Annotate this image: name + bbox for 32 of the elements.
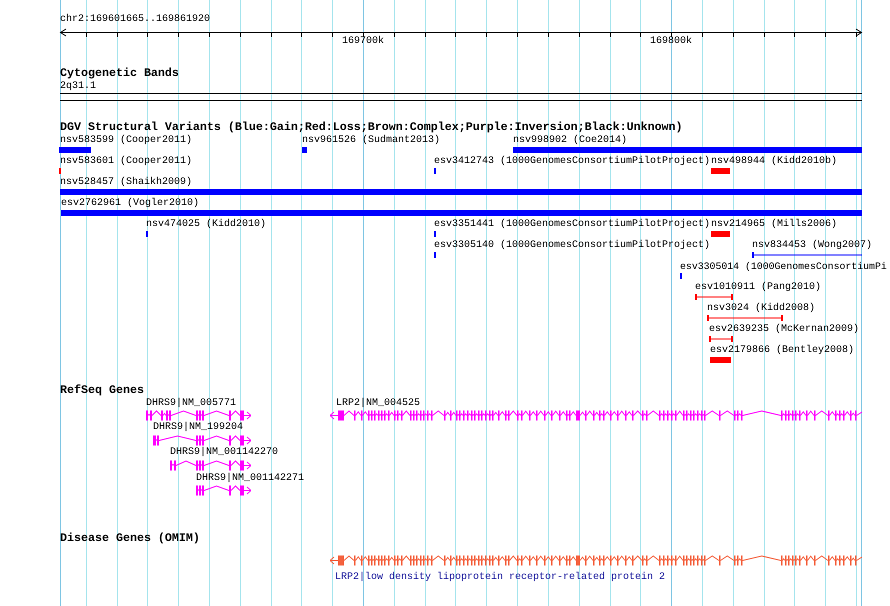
variant-label: esv3305140 (1000GenomesConsortiumPilotProject)	[434, 240, 710, 251]
tick-label: 169800k	[650, 36, 692, 47]
gene-label: DHRS9|NM_001142270	[170, 447, 278, 458]
variant-label: esv2179866 (Bentley2008)	[710, 345, 854, 356]
gene-label: DHRS9|NM_005771	[146, 398, 236, 409]
variant-label: esv3412743 (1000GenomesConsortiumPilotProject)	[434, 156, 710, 167]
variant-label: nsv3024 (Kidd2008)	[707, 303, 816, 314]
band-label: 2q31.1	[60, 81, 96, 92]
track-title: RefSeq Genes	[60, 384, 144, 396]
variant-label: nsv528457 (Shaikh2009)	[60, 177, 192, 188]
variant-label: nsv583601 (Cooper2011)	[60, 156, 192, 167]
track-title: DGV Structural Variants (Blue:Gain;Red:Loss;Brown:Complex;Purple:Inversion;Black:Unknown)	[60, 121, 683, 133]
variant-label: nsv214965 (Mills2006)	[711, 219, 838, 230]
track-title: Cytogenetic Bands	[60, 67, 179, 79]
track-title: Disease Genes (OMIM)	[60, 532, 200, 544]
gene-label: DHRS9|NM_199204	[153, 422, 244, 433]
tick-label: 169700k	[342, 36, 384, 47]
variant-label: nsv474025 (Kidd2010)	[146, 219, 266, 230]
variant-label: nsv998902 (Coe2014)	[513, 135, 628, 146]
gene-label: LRP2|NM_004525	[336, 398, 420, 409]
variant-label: nsv961526 (Sudmant2013)	[302, 135, 440, 146]
variant-label: esv2762961 (Vogler2010)	[61, 198, 200, 209]
disease-gene-label: LRP2|low density lipoprotein receptor-related protein 2	[335, 572, 666, 583]
location-label: chr2:169601665..169861920	[60, 14, 210, 25]
variant-label: esv2639235 (McKernan2009)	[709, 324, 860, 335]
variant-label: esv3351441 (1000GenomesConsortiumPilotProject)	[434, 219, 710, 230]
gene-label: DHRS9|NM_001142271	[196, 473, 304, 484]
variant-label: esv1010911 (Pang2010)	[695, 282, 822, 293]
variant-label: esv3305014 (1000GenomesConsortiumPi	[680, 261, 887, 272]
variant-label: nsv583599 (Cooper2011)	[60, 135, 192, 146]
variant-label: nsv834453 (Wong2007)	[752, 240, 872, 251]
variant-label: nsv498944 (Kidd2010b)	[711, 156, 838, 167]
